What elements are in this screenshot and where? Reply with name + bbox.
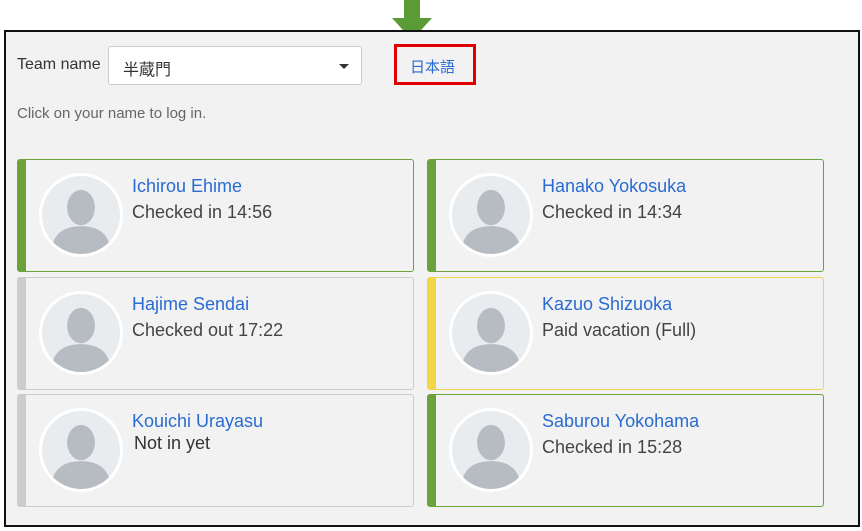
member-status: Not in yet [134, 433, 211, 453]
team-name-select[interactable]: 半蔵門 [108, 46, 362, 85]
avatar [39, 408, 123, 492]
user-silhouette-icon [51, 189, 111, 254]
avatar [39, 173, 123, 257]
member-card-2[interactable]: Hajime Sendai Checked out 17:22 [17, 277, 414, 390]
avatar [39, 291, 123, 375]
user-silhouette-icon [51, 307, 111, 372]
member-status: Checked in 14:56 [132, 202, 273, 222]
member-card-5[interactable]: Saburou Yokohama Checked in 15:28 [427, 394, 824, 507]
member-name[interactable]: Kazuo Shizuoka [542, 294, 672, 315]
user-silhouette-icon [461, 307, 521, 372]
user-silhouette-icon [51, 424, 111, 489]
language-highlight-box: 日本語 [394, 44, 476, 85]
member-status: Checked in 15:28 [542, 437, 683, 457]
member-status: Checked out 17:22 [132, 320, 284, 340]
member-name[interactable]: Saburou Yokohama [542, 411, 699, 432]
avatar [449, 408, 533, 492]
member-card-0[interactable]: Ichirou Ehime Checked in 14:56 [17, 159, 414, 272]
member-status: Paid vacation (Full) [542, 320, 697, 340]
user-silhouette-icon [461, 424, 521, 489]
avatar [449, 173, 533, 257]
member-name[interactable]: Ichirou Ehime [132, 176, 242, 197]
member-name[interactable]: Hanako Yokosuka [542, 176, 686, 197]
member-card-4[interactable]: Kouichi Urayasu Not in yet [17, 394, 414, 507]
team-name-value: 半蔵門 [123, 60, 172, 79]
language-link[interactable]: 日本語 [410, 56, 455, 77]
member-name[interactable]: Hajime Sendai [132, 294, 249, 315]
login-panel: Team name 半蔵門 日本語 Click on your name to … [4, 30, 860, 527]
chevron-down-icon [339, 64, 349, 69]
user-silhouette-icon [461, 189, 521, 254]
avatar [449, 291, 533, 375]
team-name-label: Team name [17, 56, 101, 73]
member-status: Checked in 14:34 [542, 202, 683, 222]
member-name[interactable]: Kouichi Urayasu [132, 411, 263, 432]
member-card-3[interactable]: Kazuo Shizuoka Paid vacation (Full) [427, 277, 824, 390]
login-hint: Click on your name to log in. [17, 105, 207, 122]
member-card-1[interactable]: Hanako Yokosuka Checked in 14:34 [427, 159, 824, 272]
